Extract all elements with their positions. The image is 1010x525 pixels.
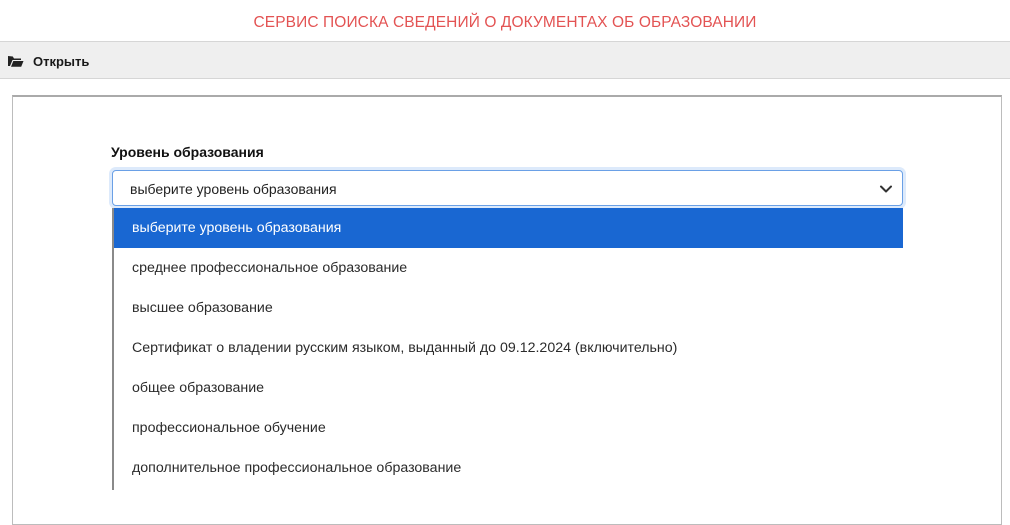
option-higher-education[interactable]: высшее образование: [114, 288, 903, 328]
option-russian-language-certificate[interactable]: Сертификат о владении русским языком, вы…: [114, 328, 903, 368]
toolbar: Открыть: [0, 41, 1010, 79]
option-choose-level[interactable]: выберите уровень образования: [114, 208, 903, 248]
education-level-options-list: выберите уровень образования среднее про…: [112, 208, 903, 490]
page-title: СЕРВИС ПОИСКА СВЕДЕНИЙ О ДОКУМЕНТАХ ОБ О…: [253, 14, 757, 31]
education-level-selected-value: выберите уровень образования: [130, 181, 337, 197]
option-vocational-training[interactable]: профессиональное обучение: [114, 408, 903, 448]
open-button-label: Открыть: [33, 53, 90, 69]
option-general-education[interactable]: общее образование: [114, 368, 903, 408]
open-button[interactable]: Открыть: [7, 51, 89, 71]
folder-open-icon: [7, 54, 24, 68]
option-additional-vocational[interactable]: дополнительное профессиональное образова…: [114, 448, 903, 488]
chevron-down-icon: [879, 182, 893, 201]
education-level-label: Уровень образования: [111, 144, 264, 160]
page-header: СЕРВИС ПОИСКА СВЕДЕНИЙ О ДОКУМЕНТАХ ОБ О…: [0, 0, 1010, 40]
education-level-select[interactable]: выберите уровень образования: [112, 170, 903, 206]
option-secondary-vocational[interactable]: среднее профессиональное образование: [114, 248, 903, 288]
